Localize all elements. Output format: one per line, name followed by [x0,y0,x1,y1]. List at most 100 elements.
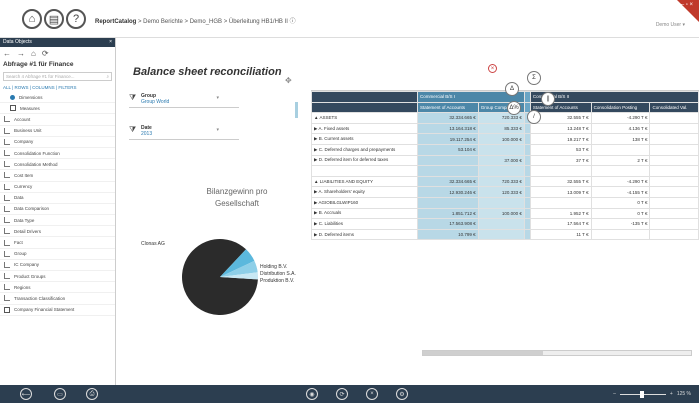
chevron-down-icon[interactable]: ▾ [216,127,219,133]
pivot-grid[interactable]: Commercial B/S ICommercial B/S IIStateme… [311,91,699,241]
sidebar-item[interactable]: Data [0,193,115,204]
table-cell [649,112,699,124]
sidebar-item[interactable]: Regions [0,282,115,294]
sidebar-item[interactable]: Currency [0,182,115,193]
scroll-thumb[interactable] [423,351,543,355]
sidebar-item[interactable]: Consolidation Function [0,148,115,160]
pie-chart[interactable]: Holding B.V.Distribution S.A.Produktion … [180,232,320,322]
table-row[interactable]: ▶ B. Current assets 19.117.254 €100.000 €… [311,133,699,145]
sidebar-item-label: Consolidation Method [14,161,58,167]
refresh-icon[interactable]: ⟳ [42,49,49,58]
user-menu[interactable]: Demo User ▾ [656,22,685,28]
table-row[interactable]: ▲ LIABILITIES AND EQUITY 32.334.665 €720.… [311,175,699,188]
sidebar-item[interactable]: Transaction Classification [0,293,115,305]
sidebar-item[interactable]: Company [0,137,115,148]
column-header[interactable] [311,101,418,114]
row-label[interactable]: ▲ LIABILITIES AND EQUITY [311,175,418,188]
table-row[interactable]: ▶ B. Accruals 1.851.712 €100.000 € 1.952 T… [311,207,699,220]
sidebar-item[interactable]: Cost Item [0,170,115,182]
filter-value[interactable]: Group World [129,99,239,105]
row-label[interactable]: ▶ A. Shareholders' equity [311,186,418,198]
back-icon[interactable]: ← [3,49,11,58]
search-icon[interactable]: ⌕ [106,74,109,79]
horizontal-scrollbar[interactable] [422,350,692,356]
search-input[interactable]: Search 4 Abfrage #1 für Finance... ⌕ [3,72,112,81]
row-label[interactable]: ▶ B. Accruals [311,207,418,220]
zoom-knob[interactable] [639,390,644,398]
sidebar-item[interactable]: Dimensions [0,92,115,104]
export-icon[interactable]: ⎙ [86,388,98,400]
table-cell [649,228,699,241]
filter-value[interactable]: 2013 [129,131,239,137]
sidebar-item[interactable]: Product Groups [0,271,115,283]
cancel-icon[interactable]: × [366,388,378,400]
filter-date[interactable]: ⧩ Date 2013 ▾ [129,125,239,140]
row-label[interactable]: ▶ C. Deferred charges and prepayments [311,143,418,156]
table-row[interactable]: ▶ C. Deferred charges and prepayments 53.… [311,143,699,156]
home-icon[interactable]: ⌂ [31,49,36,58]
breadcrumb-path[interactable]: > Demo Berichte > Demo_HGB > Überleitung… [138,19,296,25]
chevron-down-icon[interactable]: ▾ [216,95,219,101]
table-row[interactable]: ▶ C. Liabilities 17.563.908 € 17.564 T € -1… [311,218,699,230]
zoom-in-icon[interactable]: + [670,391,673,397]
settings-icon[interactable]: ⚙ [396,388,408,400]
row-label[interactable]: ▲ ASSETS [311,112,418,124]
close-icon[interactable]: × [488,64,497,73]
filter-group[interactable]: ⧩ Group Group World ▾ [129,93,239,108]
forward-icon[interactable]: → [17,49,25,58]
delta-icon[interactable]: Δ [505,82,519,96]
table-row[interactable]: ▲ ASSETS 32.334.665 €720.333 €32.555 T € -… [311,112,699,124]
refresh-icon[interactable]: ⟳ [336,388,348,400]
move-handle-icon[interactable]: ✥ [285,76,292,85]
table-row[interactable]: ▶ D. Deferred items 10.799 € 11 T € [311,228,699,241]
table-row[interactable]: ▶ A. Shareholders' equity 12.930.246 €120… [311,186,699,198]
zoom-slider[interactable] [619,390,666,398]
table-row[interactable]: ▶ A. Fixed assets 13.164.318 €85.333 € 13.… [311,122,699,135]
delta-percent-icon[interactable]: Δ% [507,101,521,115]
sum-icon[interactable]: Σ [527,71,541,85]
column-header[interactable]: Statement of Accounts [529,101,592,114]
breadcrumb-root[interactable]: ReportCatalog [95,19,136,25]
row-label[interactable]: ▶ C. Liabilities [311,218,418,230]
pause-icon[interactable]: || [541,92,555,106]
slash-icon[interactable]: / [527,110,541,124]
sidebar-item[interactable]: Group [0,249,115,260]
column-header[interactable]: Consolidation Posting [590,101,651,114]
row-label[interactable]: ▶ B. Current assets [311,133,418,145]
sidebar-item[interactable]: Data Comparison [0,204,115,216]
save-icon[interactable]: ▭ [54,388,66,400]
sidebar-item[interactable]: Consolidation Method [0,159,115,171]
table-row[interactable]: ▶ AGIOBILGLWIP160 0 T € [311,196,699,209]
filter-tabs[interactable]: ALL | ROWS | COLUMNS | FILTERS [0,83,115,92]
window-controls[interactable]: – ▫ × [681,2,693,8]
zoom-out-icon[interactable]: – [613,391,616,397]
row-label[interactable] [311,165,418,177]
column-header[interactable]: Statement of Accounts [417,101,479,114]
home-icon[interactable]: ⌂ [22,9,42,29]
sidebar-item[interactable]: Data Type [0,215,115,227]
table-row[interactable] [311,165,699,177]
back-icon[interactable]: ⟵ [20,388,32,400]
row-label[interactable]: ▶ D. Deferred items [311,228,418,241]
table-row[interactable]: ▶ D. Deferred item for deferred taxes 37.… [311,154,699,167]
view-icon[interactable]: ◉ [306,388,318,400]
catalog-icon[interactable]: ▤ [44,9,64,29]
row-label[interactable]: ▶ AGIOBILGLWIP160 [311,196,418,209]
close-icon[interactable]: × [109,39,112,46]
sidebar-item[interactable]: Measures [0,103,115,115]
sidebar-item[interactable]: Fact [0,237,115,249]
panel-splitter[interactable] [295,102,298,118]
sidebar-item[interactable]: Business Unit [0,126,115,137]
sidebar-item[interactable]: Detail Drivers [0,226,115,238]
zoom-control[interactable]: – + 125 % [613,390,691,398]
column-group-header[interactable]: Commercial B/S II [529,91,699,103]
help-icon[interactable]: ? [66,9,86,29]
sidebar-item[interactable]: Account [0,114,115,126]
sidebar-item-label: Company Financial Statement [14,307,75,313]
row-label[interactable]: ▶ D. Deferred item for deferred taxes [311,154,418,167]
sidebar-item[interactable]: IC Company [0,260,115,271]
column-header[interactable]: Consolidated Val. [649,101,699,114]
sidebar-item[interactable]: Company Financial Statement [0,305,115,316]
row-label[interactable]: ▶ A. Fixed assets [311,122,418,135]
column-group-header[interactable] [311,91,418,103]
